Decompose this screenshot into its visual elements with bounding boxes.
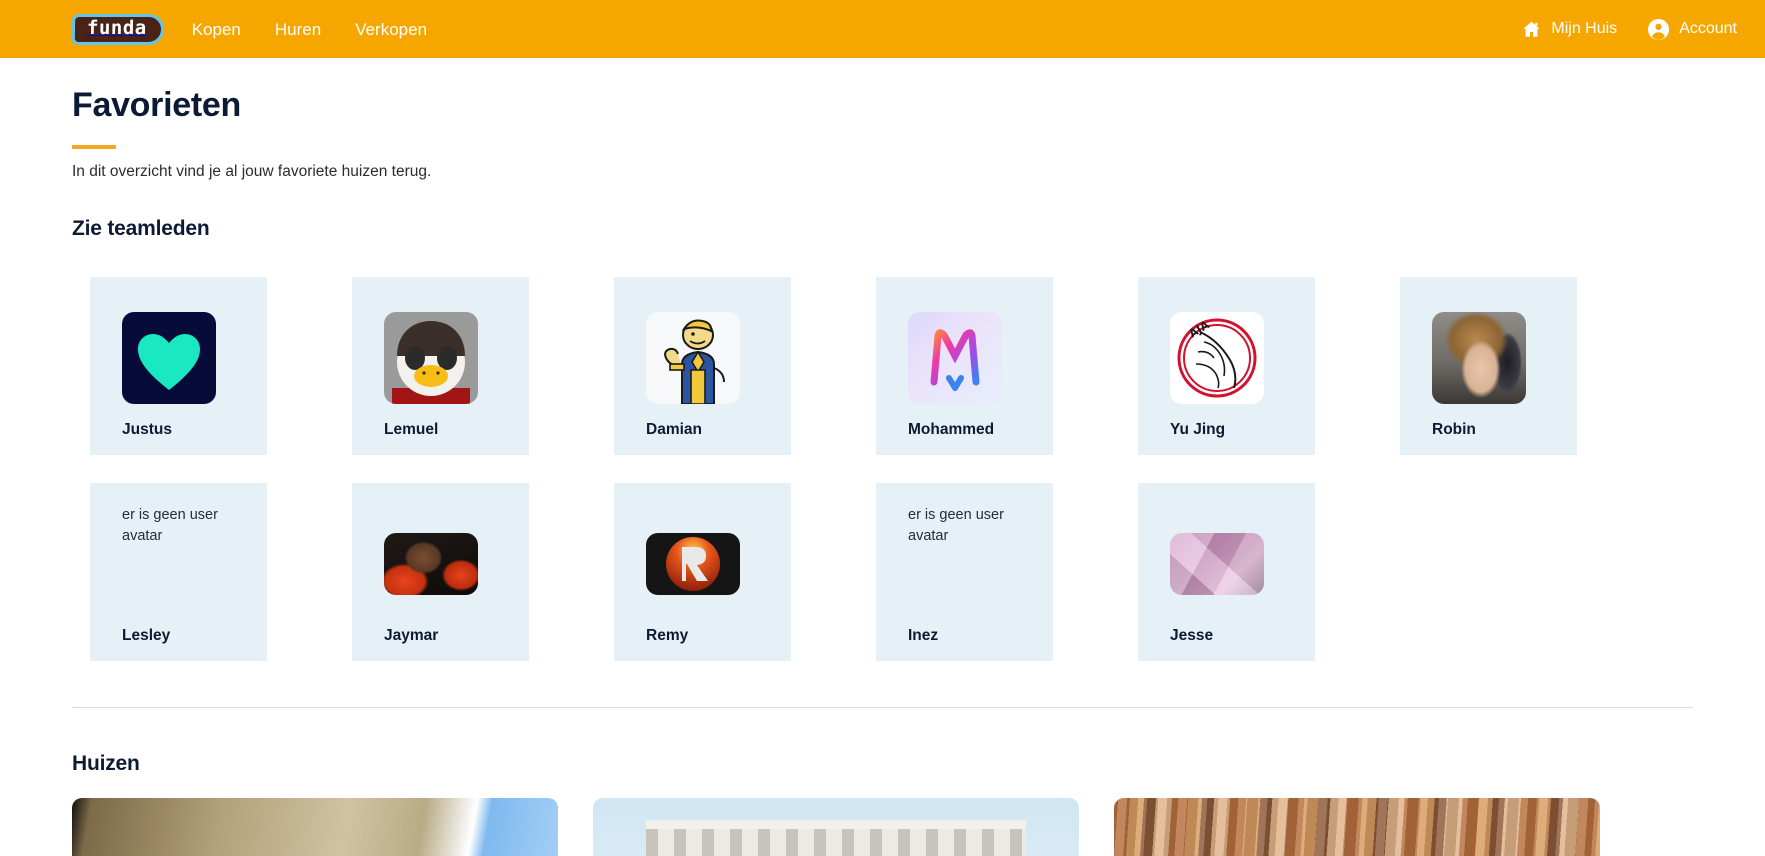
top-navigation-bar: funda Kopen Huren Verkopen Mijn Huis Acc… xyxy=(0,0,1765,58)
avatar-slot: er is geen user avatar xyxy=(908,501,1031,627)
funda-logo-text: funda xyxy=(86,16,147,39)
member-name: Justus xyxy=(122,421,172,438)
avatar-slot xyxy=(908,295,1031,421)
member-card-justus[interactable]: Justus xyxy=(90,277,267,455)
pink-polygon-avatar xyxy=(1170,533,1264,595)
avatar-slot xyxy=(1170,501,1293,627)
r-logo-avatar xyxy=(646,533,740,595)
house-card[interactable] xyxy=(1114,798,1600,856)
page-title: Favorieten xyxy=(72,86,241,124)
houses-section-title: Huizen xyxy=(72,752,140,775)
member-name: Lesley xyxy=(122,627,171,644)
avatar-slot: AJA xyxy=(1170,295,1293,421)
nav-item-huren[interactable]: Huren xyxy=(275,21,321,38)
gradient-m-logo-avatar xyxy=(908,312,1002,404)
member-name: Remy xyxy=(646,627,689,644)
funda-logo[interactable]: funda xyxy=(71,13,164,45)
ajax-crest-avatar: AJA xyxy=(1170,312,1264,404)
mijn-huis-label: Mijn Huis xyxy=(1551,20,1618,37)
member-card-jaymar[interactable]: Jaymar xyxy=(352,483,529,661)
member-name: Inez xyxy=(908,627,939,644)
member-card-mohammed[interactable]: Mohammed xyxy=(876,277,1053,455)
avatar-slot xyxy=(646,501,769,627)
house-card[interactable] xyxy=(72,798,558,856)
avatar-slot xyxy=(122,295,245,421)
nav-item-kopen[interactable]: Kopen xyxy=(192,21,241,38)
member-card-lemuel[interactable]: Lemuel xyxy=(352,277,529,455)
member-name: Yu Jing xyxy=(1170,421,1226,438)
funda-logo-pill: funda xyxy=(71,13,164,45)
account-circle-icon xyxy=(1647,18,1670,41)
portrait-photo-avatar xyxy=(384,533,478,595)
member-card-damian[interactable]: Damian xyxy=(614,277,791,455)
mijn-huis-link[interactable]: Mijn Huis xyxy=(1521,19,1617,40)
page-content: Favorieten In dit overzicht vind je al j… xyxy=(0,86,1765,856)
intro-text: In dit overzicht vind je al jouw favorie… xyxy=(72,163,432,180)
houses-grid xyxy=(72,798,1693,856)
selfie-photo-avatar xyxy=(1432,312,1526,404)
avatar-slot: er is geen user avatar xyxy=(122,501,245,627)
member-card-jesse[interactable]: Jesse xyxy=(1138,483,1315,661)
avatar-slot xyxy=(646,295,769,421)
member-name: Robin xyxy=(1432,421,1476,438)
member-name: Damian xyxy=(646,421,702,438)
team-section-title: Zie teamleden xyxy=(72,217,210,240)
team-members-grid: Justus Lemuel Damian Mohammed AJA Yu Jin… xyxy=(72,277,1693,661)
avatar-slot xyxy=(1432,295,1555,421)
member-card-inez[interactable]: er is geen user avatar Inez xyxy=(876,483,1053,661)
no-avatar-message: er is geen user avatar xyxy=(908,507,1004,545)
member-name: Jaymar xyxy=(384,627,439,644)
title-accent-rule xyxy=(72,145,116,149)
home-icon xyxy=(1521,19,1542,40)
member-card-robin[interactable]: Robin xyxy=(1400,277,1577,455)
heart-logo-avatar xyxy=(122,312,216,404)
avatar-slot xyxy=(384,501,507,627)
member-card-yu-jing[interactable]: AJA Yu Jing xyxy=(1138,277,1315,455)
nav-item-verkopen[interactable]: Verkopen xyxy=(355,21,427,38)
vault-boy-avatar xyxy=(646,312,740,404)
account-link[interactable]: Account xyxy=(1647,18,1737,41)
member-card-remy[interactable]: Remy xyxy=(614,483,791,661)
penguin-avatar xyxy=(384,312,478,404)
top-bar-actions: Mijn Huis Account xyxy=(1521,18,1737,41)
house-card[interactable] xyxy=(593,798,1079,856)
member-name: Mohammed xyxy=(908,421,995,438)
avatar-slot xyxy=(384,295,507,421)
member-name: Jesse xyxy=(1170,627,1214,644)
primary-nav: Kopen Huren Verkopen xyxy=(192,21,427,38)
no-avatar-message: er is geen user avatar xyxy=(122,507,218,545)
section-divider xyxy=(72,707,1693,708)
member-card-lesley[interactable]: er is geen user avatar Lesley xyxy=(90,483,267,661)
member-name: Lemuel xyxy=(384,421,439,438)
account-label: Account xyxy=(1679,20,1737,37)
